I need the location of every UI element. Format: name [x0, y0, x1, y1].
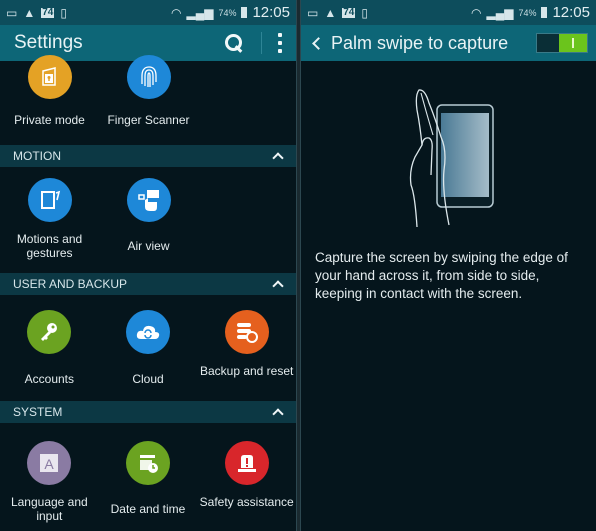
signal-icon: ▂▄▆ [186, 5, 214, 20]
chevron-up-icon[interactable] [273, 151, 283, 161]
setting-label: Backup and reset [199, 364, 294, 378]
search-icon[interactable] [223, 32, 245, 54]
setting-safety-assistance[interactable]: Safety assistance [197, 441, 296, 509]
svg-text:A: A [45, 456, 55, 472]
section-title: USER AND BACKUP [13, 277, 128, 291]
section-title: SYSTEM [13, 405, 63, 419]
setting-backup-and-reset[interactable]: Backup and reset [197, 310, 296, 378]
chevron-up-icon[interactable] [273, 279, 283, 289]
no-sim-icon: ▯ [60, 5, 67, 20]
setting-label: Safety assistance [199, 495, 294, 509]
database-restore-icon [224, 310, 269, 354]
battery-percent: 74% [518, 7, 537, 18]
setting-label: Language and input [10, 495, 88, 523]
setting-private-mode[interactable]: Private mode [0, 55, 99, 127]
section-header-user-and-backup[interactable]: USER AND BACKUP [0, 273, 296, 295]
setting-label: Date and time [110, 502, 186, 516]
setting-label: Accounts [24, 372, 75, 386]
section-header-motion[interactable]: MOTION [0, 145, 296, 167]
no-sim-icon: ▯ [361, 5, 368, 20]
section-header-system[interactable]: SYSTEM [0, 401, 296, 423]
gallery-icon: ▭ [6, 5, 18, 20]
cloud-sync-icon [126, 310, 170, 354]
tablet-motion-icon [27, 178, 72, 222]
setting-label: Private mode [14, 113, 85, 127]
divider [261, 32, 262, 54]
palm-swipe-screen: ▭ ▲ 74 ▯ ◠ ▂▄▆ 74% 12:05 Palm swipe to c… [300, 0, 596, 531]
setting-accounts[interactable]: Accounts [0, 310, 99, 386]
palm-swipe-illustration [301, 75, 596, 235]
hand-hover-icon [126, 178, 171, 222]
setting-finger-scanner[interactable]: Finger Scanner [99, 55, 198, 127]
fingerprint-icon [126, 55, 171, 99]
setting-motions-and-gestures[interactable]: Motions and gestures [0, 178, 99, 260]
battery-icon [241, 7, 248, 18]
setting-language-and-input[interactable]: A Language and input [0, 441, 99, 523]
description-text: Capture the screen by swiping the edge o… [315, 250, 568, 301]
settings-screen: ▭ ▲ 74 ▯ ◠ ▂▄▆ 74% 12:05 Settings Privat… [0, 0, 297, 531]
palm-swipe-toggle[interactable] [536, 33, 588, 53]
signal-icon: ▂▄▆ [486, 5, 514, 20]
page-title: Settings [14, 32, 83, 53]
back-icon[interactable] [311, 37, 323, 49]
gallery-icon: ▭ [307, 5, 319, 20]
settings-row: Accounts Cloud Backup and reset [0, 295, 296, 401]
language-icon: A [27, 441, 72, 485]
setting-cloud[interactable]: Cloud [99, 310, 198, 386]
settings-row: A Language and input Date and time Safet… [0, 423, 296, 531]
emergency-light-icon [224, 441, 269, 485]
lock-folder-icon [27, 55, 72, 99]
wifi-icon: ◠ [170, 5, 182, 20]
status-bar: ▭ ▲ 74 ▯ ◠ ▂▄▆ 74% 12:05 [301, 0, 596, 25]
badge-74-icon: 74 [41, 6, 55, 18]
battery-icon [541, 7, 548, 18]
app-bar: Palm swipe to capture [301, 25, 596, 61]
section-title: MOTION [13, 149, 61, 163]
more-options-icon[interactable] [278, 33, 282, 53]
setting-label: Air view [127, 239, 170, 253]
key-icon [27, 310, 72, 354]
chevron-up-icon[interactable] [273, 407, 283, 417]
warning-icon: ▲ [324, 5, 337, 20]
settings-row: Motions and gestures Air view [0, 167, 296, 273]
badge-74-icon: 74 [342, 6, 356, 18]
calendar-clock-icon [126, 441, 170, 485]
setting-date-and-time[interactable]: Date and time [99, 441, 198, 516]
setting-air-view[interactable]: Air view [99, 178, 198, 253]
warning-icon: ▲ [23, 5, 36, 20]
status-bar: ▭ ▲ 74 ▯ ◠ ▂▄▆ 74% 12:05 [0, 0, 296, 25]
page-title: Palm swipe to capture [331, 32, 509, 53]
clock: 12:05 [552, 4, 590, 21]
setting-label: Motions and gestures [16, 232, 83, 260]
wifi-icon: ◠ [470, 5, 482, 20]
setting-label: Cloud [132, 372, 164, 386]
battery-percent: 74% [218, 7, 237, 18]
clock: 12:05 [252, 4, 290, 21]
setting-label: Finger Scanner [107, 113, 190, 127]
settings-row: Private mode Finger Scanner [0, 55, 296, 145]
